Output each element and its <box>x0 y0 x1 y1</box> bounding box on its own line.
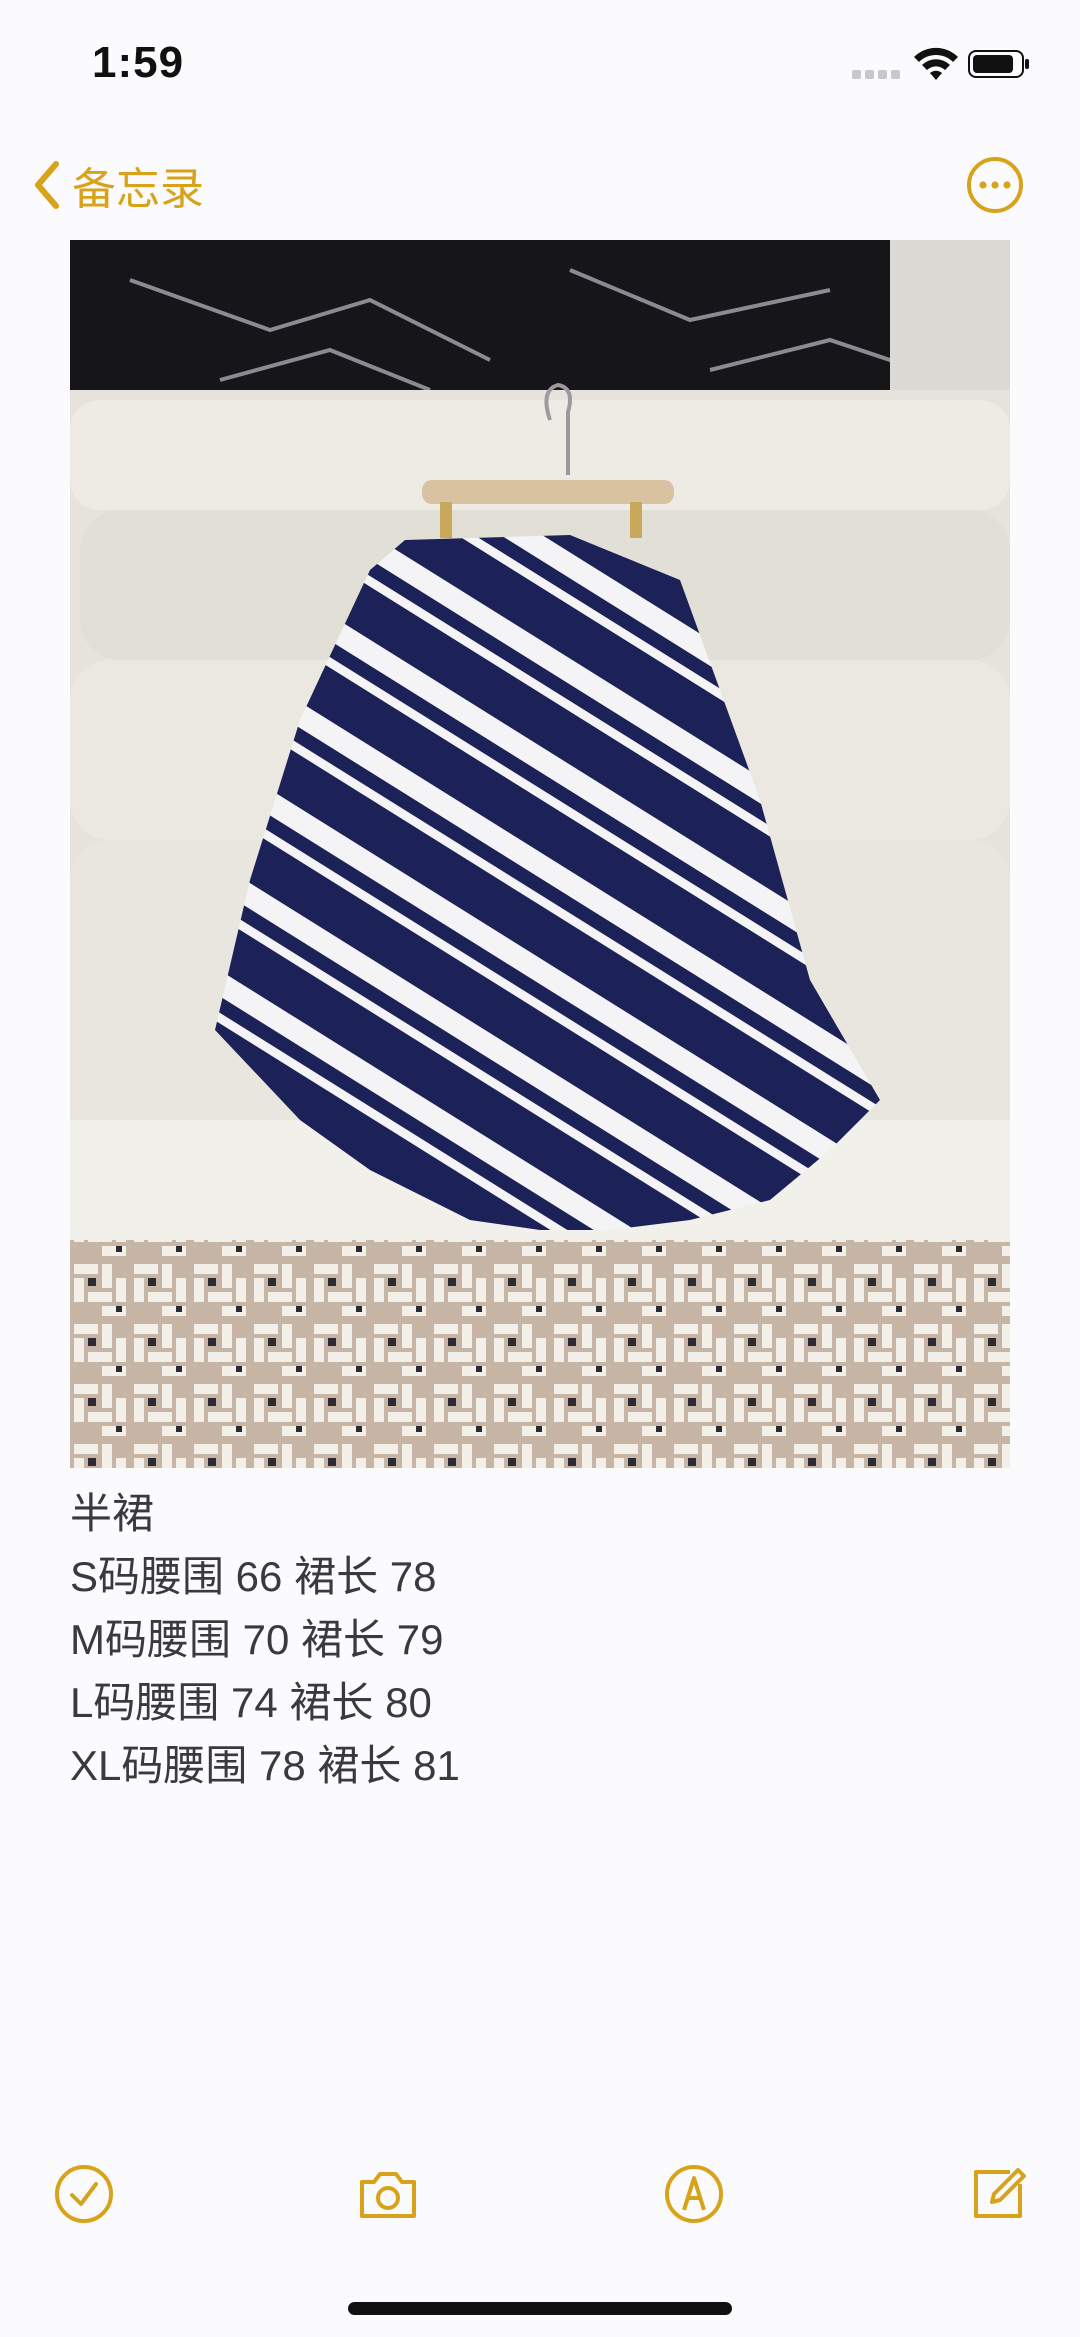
note-title: 半裙 <box>70 1490 155 1537</box>
navigation-bar: 备忘录 <box>0 140 1080 230</box>
status-time: 1:59 <box>92 38 185 87</box>
wifi-icon <box>914 47 958 80</box>
note-image[interactable] <box>70 240 1010 1468</box>
size-line-m: M码腰围 70 裙长 79 <box>70 1616 444 1663</box>
note-body[interactable]: 半裙 S码腰围 66 裙长 78 M码腰围 70 裙长 79 L码腰围 74 裙… <box>70 1482 1010 1797</box>
camera-icon[interactable] <box>356 2162 420 2226</box>
size-line-l: L码腰围 74 裙长 80 <box>70 1679 432 1726</box>
chevron-left-icon <box>35 161 59 209</box>
back-button[interactable]: 备忘录 <box>30 140 204 230</box>
back-label: 备忘录 <box>72 165 204 214</box>
checklist-icon[interactable] <box>52 2162 116 2226</box>
home-indicator[interactable] <box>348 2302 732 2315</box>
markup-pen-icon[interactable] <box>662 2162 726 2226</box>
bottom-toolbar <box>0 2150 1080 2240</box>
ellipsis-circle-icon[interactable] <box>966 156 1024 214</box>
size-line-xl: XL码腰围 78 裙长 81 <box>70 1742 460 1789</box>
size-line-s: S码腰围 66 裙长 78 <box>70 1553 437 1600</box>
compose-icon[interactable] <box>966 2162 1030 2226</box>
battery-icon <box>968 50 1029 78</box>
status-bar: 1:59 <box>0 0 1080 130</box>
skirt-photo <box>70 240 1010 1468</box>
cellular-signal-icon <box>852 66 908 79</box>
